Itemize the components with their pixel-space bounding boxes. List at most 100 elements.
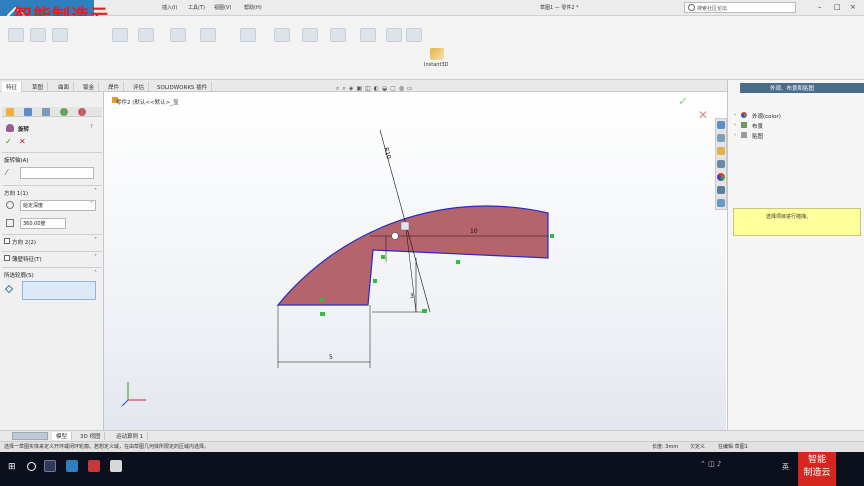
sketch-canvas[interactable]: 10 R10 5 3 — [104, 92, 726, 430]
end-condition-value: 给定深度 — [23, 203, 44, 209]
contours-header[interactable]: 所选轮廓(S) — [4, 271, 34, 279]
tab-evaluate[interactable]: 评估 — [129, 82, 150, 92]
input-language[interactable]: 英 — [782, 462, 789, 472]
relation-marker[interactable] — [422, 309, 427, 313]
thin-feature-header[interactable]: 薄壁特征(T) — [12, 255, 42, 263]
menu-view[interactable]: 视图(V) — [214, 4, 231, 11]
instant3d-label[interactable]: Instant3D — [424, 62, 448, 68]
menu-help[interactable]: 帮助(H) — [244, 4, 262, 11]
feature-tree-icon[interactable] — [6, 108, 14, 116]
menu-tools[interactable]: 工具(T) — [188, 4, 205, 11]
maximize-icon[interactable]: □ — [834, 3, 841, 11]
solidworks-taskbar-icon[interactable] — [88, 460, 100, 472]
ribbon-extrude-button[interactable] — [8, 28, 24, 42]
menu-insert[interactable]: 插入(I) — [162, 4, 177, 11]
axis-line-icon: ⁄ — [6, 168, 8, 177]
relation-marker[interactable] — [456, 260, 460, 264]
task-view-icon[interactable] — [44, 460, 56, 472]
ribbon-revolve-button[interactable] — [30, 28, 46, 42]
chevron-right-icon[interactable]: › — [734, 112, 736, 118]
file-explorer-icon[interactable] — [717, 147, 725, 155]
forum-icon[interactable] — [717, 199, 725, 207]
tab-weldments[interactable]: 焊件 — [104, 82, 125, 92]
relation-marker[interactable] — [373, 279, 377, 283]
pm-divider — [2, 185, 102, 186]
ok-button[interactable]: ✓ — [5, 137, 12, 146]
appearance-icon[interactable] — [717, 173, 725, 181]
angle-input[interactable]: 360.00度 — [20, 218, 66, 229]
direction2-header[interactable]: 方向 2(2) — [12, 238, 36, 246]
direction1-header[interactable]: 方向 1(1) — [4, 189, 28, 197]
ribbon-draft-button[interactable] — [330, 28, 346, 42]
relation-marker[interactable] — [320, 312, 325, 316]
dimension-top[interactable]: 10 — [470, 228, 478, 235]
relation-marker[interactable] — [550, 234, 554, 238]
home-icon[interactable] — [717, 121, 725, 129]
ribbon-reference-button[interactable] — [386, 28, 402, 42]
relation-marker[interactable] — [381, 255, 385, 259]
ribbon-cut-sweep-button[interactable] — [200, 28, 216, 42]
relation-marker[interactable] — [320, 298, 324, 302]
axis-section-header[interactable]: 旋转轴(A) — [4, 156, 29, 164]
pm-divider — [2, 251, 102, 252]
cancel-button[interactable]: ✕ — [19, 137, 26, 146]
display-manager-icon[interactable] — [78, 108, 86, 116]
tp-item-scene[interactable]: 布景 — [752, 122, 763, 130]
tab-model[interactable]: 模型 — [52, 432, 73, 440]
library-icon[interactable] — [717, 134, 725, 142]
tab-sheet-metal[interactable]: 钣金 — [79, 82, 100, 92]
ribbon-cut-revolve-button[interactable] — [170, 28, 186, 42]
dimension-vertical[interactable]: 3 — [410, 293, 414, 300]
windows-start-icon[interactable]: ⊞ — [8, 462, 16, 472]
tp-item-appearance[interactable]: 外观(color) — [752, 112, 781, 120]
drag-hint: 选择项目进行拖拽。 — [733, 208, 861, 236]
tab-addins[interactable]: SOLIDWORKS 插件 — [153, 82, 213, 92]
thin-feature-checkbox[interactable] — [4, 255, 10, 261]
app-taskbar-icon[interactable] — [110, 460, 122, 472]
ribbon-fillet-button[interactable] — [240, 28, 256, 42]
chevron-right-icon[interactable]: › — [734, 132, 736, 138]
tab-motion-study[interactable]: 运动算例 1 — [112, 432, 149, 440]
reverse-direction-icon[interactable] — [6, 201, 14, 209]
status-message: 选择一草图实体来定义开环或闭环轮廓。若想定义域，在由草图几何体所限定的区域内选择… — [4, 444, 210, 450]
ribbon-hole-button[interactable] — [138, 28, 154, 42]
nav-arrows[interactable] — [12, 432, 48, 440]
tab-3d-view[interactable]: 3D 视图 — [76, 432, 106, 440]
chevron-down-icon[interactable]: ˅ — [94, 237, 97, 244]
ribbon-curves-button[interactable] — [406, 28, 422, 42]
chevron-up-icon[interactable]: ˄ — [94, 188, 97, 195]
contours-selection-box[interactable] — [22, 281, 96, 300]
chevron-right-icon[interactable]: › — [734, 122, 736, 128]
instant3d-icon[interactable] — [430, 48, 444, 60]
chevron-up-icon[interactable]: ˄ — [94, 270, 97, 277]
custom-properties-icon[interactable] — [717, 186, 725, 194]
property-manager-icon[interactable] — [24, 108, 32, 116]
end-condition-select[interactable]: 给定深度 ˅ — [20, 200, 96, 211]
tab-sketch[interactable]: 草图 — [28, 82, 49, 92]
view-palette-icon[interactable] — [717, 160, 725, 168]
tab-features[interactable]: 特征 — [2, 82, 23, 92]
chevron-down-icon[interactable]: ˅ — [94, 254, 97, 261]
search-taskbar-icon[interactable] — [27, 462, 36, 471]
tray-icons[interactable]: ⌃ ◫ ♪ — [700, 460, 721, 468]
tp-item-decals[interactable]: 贴图 — [752, 132, 763, 140]
axis-selection-field[interactable] — [20, 167, 94, 179]
tab-surfaces[interactable]: 曲面 — [54, 82, 75, 92]
search-input[interactable]: 搜索社区论坛 — [684, 2, 796, 13]
sketch-profile[interactable] — [276, 205, 549, 306]
ribbon-sweep-button[interactable] — [52, 28, 68, 42]
ribbon-rib-button[interactable] — [302, 28, 318, 42]
dimension-bottom[interactable]: 5 — [329, 354, 333, 361]
dimxpert-icon[interactable] — [60, 108, 68, 116]
close-icon[interactable]: × — [850, 3, 856, 11]
center-point[interactable] — [400, 221, 410, 231]
ribbon-pattern-button[interactable] — [274, 28, 290, 42]
direction2-checkbox[interactable] — [4, 238, 10, 244]
configuration-icon[interactable] — [42, 108, 50, 116]
help-icon[interactable]: ? — [90, 124, 93, 130]
ribbon-cut-button[interactable] — [112, 28, 128, 42]
minimize-icon[interactable]: – — [818, 3, 822, 11]
ribbon-mirror-button[interactable] — [360, 28, 376, 42]
dimension-radius[interactable]: R10 — [382, 147, 392, 160]
browser-icon[interactable] — [66, 460, 78, 472]
